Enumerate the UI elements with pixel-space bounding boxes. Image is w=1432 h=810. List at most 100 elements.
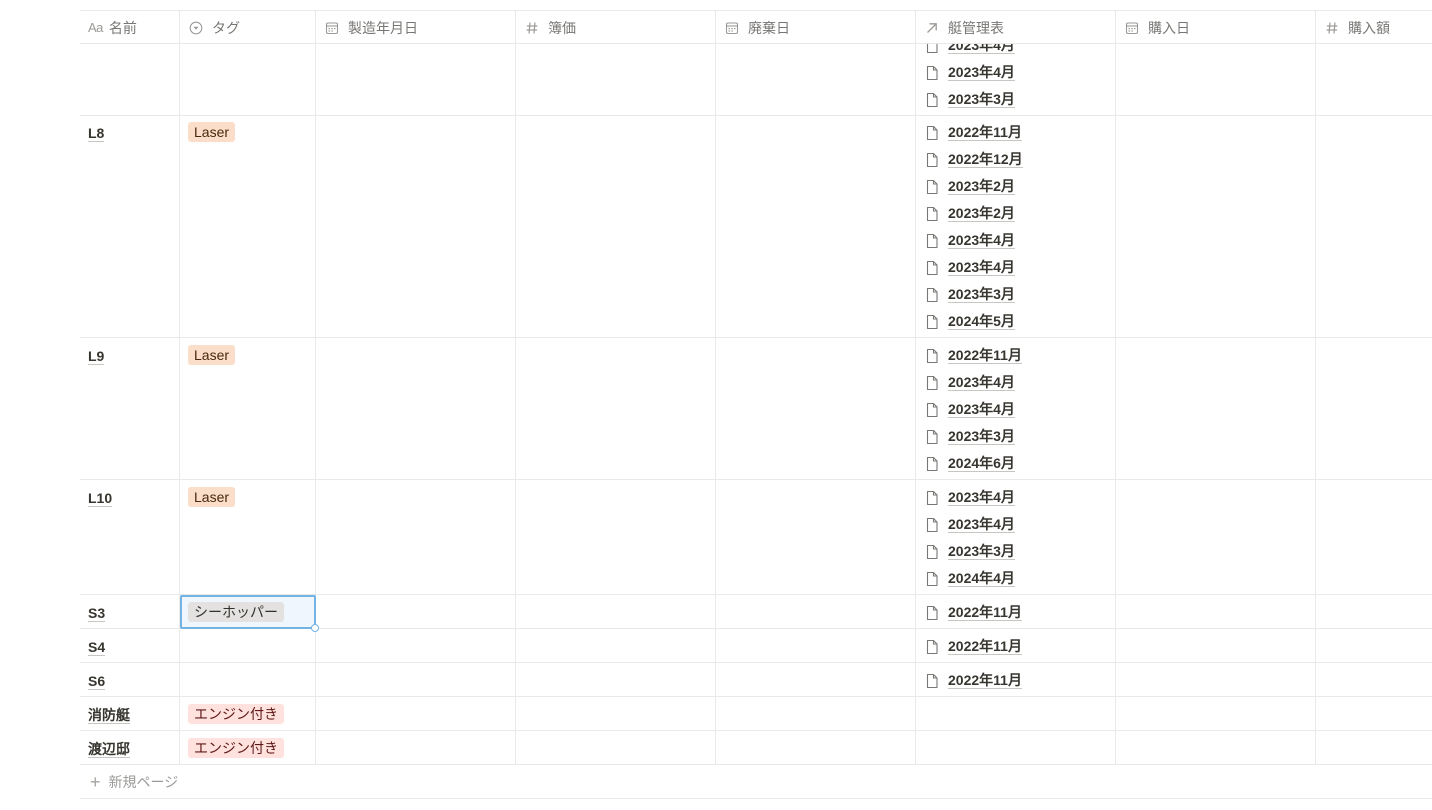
table-cell[interactable]: 消防艇 — [80, 697, 180, 730]
table-cell[interactable] — [1316, 731, 1432, 764]
table-cell[interactable]: エンジン付き — [180, 731, 316, 764]
table-cell[interactable]: エンジン付き — [180, 697, 316, 730]
row-name[interactable]: S3 — [88, 605, 106, 622]
table-cell[interactable] — [516, 480, 716, 594]
relation-item[interactable]: 2022年12月 — [924, 146, 1023, 173]
table-cell[interactable]: Laser — [180, 115, 316, 337]
table-cell[interactable]: 2022年11月 — [916, 629, 1116, 662]
column-header[interactable]: 購入額 — [1316, 11, 1432, 44]
relation-item[interactable]: 2023年3月 — [924, 86, 1015, 113]
table-cell[interactable] — [716, 115, 916, 337]
table-cell[interactable]: 2022年11月 2023年4月 2023年4月 2023年3月 2024年6月 — [916, 338, 1116, 479]
relation-item[interactable]: 2024年4月 — [924, 565, 1015, 592]
table-cell[interactable] — [1116, 338, 1316, 479]
column-header[interactable]: Aa 名前 — [80, 11, 180, 44]
table-cell[interactable] — [516, 629, 716, 662]
table-cell[interactable] — [716, 480, 916, 594]
relation-item[interactable]: 2022年11月 — [924, 119, 1023, 146]
table-cell[interactable] — [716, 44, 916, 115]
table-cell[interactable] — [916, 731, 1116, 764]
table-cell[interactable] — [1316, 595, 1432, 628]
table-cell[interactable] — [1316, 338, 1432, 479]
relation-item[interactable]: 2023年2月 — [924, 200, 1023, 227]
table-cell[interactable] — [716, 731, 916, 764]
table-cell[interactable] — [1316, 697, 1432, 730]
row-name[interactable]: L8 — [88, 125, 105, 142]
table-cell[interactable] — [180, 629, 316, 662]
table-cell[interactable]: Laser — [180, 480, 316, 594]
row-name[interactable]: L10 — [88, 490, 113, 507]
relation-item[interactable]: 2023年3月 — [924, 538, 1015, 565]
column-header[interactable]: 簿価 — [516, 11, 716, 44]
table-cell[interactable] — [516, 44, 716, 115]
table-cell[interactable]: L10 — [80, 480, 180, 594]
table-cell[interactable] — [516, 338, 716, 479]
table-cell[interactable] — [1116, 115, 1316, 337]
table-cell[interactable]: 2022年11月 — [916, 595, 1116, 628]
table-cell[interactable] — [1316, 663, 1432, 696]
relation-item[interactable]: 2022年11月 — [924, 599, 1022, 626]
table-cell[interactable] — [316, 731, 516, 764]
column-header[interactable]: タグ — [180, 11, 316, 44]
relation-item[interactable]: 2022年11月 — [924, 633, 1022, 660]
table-cell[interactable] — [516, 663, 716, 696]
table-cell[interactable]: Laser — [180, 338, 316, 479]
relation-item[interactable]: 2024年5月 — [924, 308, 1023, 335]
table-cell[interactable]: S3 — [80, 595, 180, 628]
table-cell[interactable] — [316, 115, 516, 337]
table-cell[interactable] — [716, 595, 916, 628]
table-cell[interactable] — [316, 697, 516, 730]
table-cell[interactable] — [516, 115, 716, 337]
relation-item[interactable]: 2023年4月 — [924, 44, 1015, 59]
table-cell[interactable] — [180, 663, 316, 696]
column-header[interactable]: 製造年月日 — [316, 11, 516, 44]
relation-item[interactable]: 2023年4月 — [924, 396, 1022, 423]
table-cell[interactable] — [1116, 663, 1316, 696]
column-header[interactable]: 艇管理表 — [916, 11, 1116, 44]
table-cell[interactable] — [1116, 629, 1316, 662]
relation-item[interactable]: 2023年4月 — [924, 254, 1023, 281]
table-cell[interactable] — [316, 663, 516, 696]
table-cell[interactable]: 2023年4月 2023年4月 2023年3月 — [916, 44, 1116, 115]
table-cell[interactable] — [516, 731, 716, 764]
table-cell[interactable] — [716, 697, 916, 730]
table-cell[interactable]: L7 — [80, 44, 180, 115]
table-cell[interactable]: Laser — [180, 44, 316, 115]
relation-item[interactable]: 2022年11月 — [924, 667, 1022, 694]
table-cell[interactable] — [1116, 697, 1316, 730]
row-name[interactable]: 消防艇 — [88, 707, 130, 724]
table-cell[interactable]: 渡辺邸 — [80, 731, 180, 764]
table-cell[interactable]: L9 — [80, 338, 180, 479]
table-cell[interactable] — [716, 663, 916, 696]
table-cell[interactable] — [1316, 44, 1432, 115]
relation-item[interactable]: 2023年4月 — [924, 484, 1015, 511]
table-cell[interactable] — [516, 595, 716, 628]
fill-handle[interactable] — [311, 624, 319, 632]
table-cell[interactable] — [1116, 44, 1316, 115]
table-cell[interactable]: 2022年11月 — [916, 663, 1116, 696]
relation-item[interactable]: 2022年11月 — [924, 342, 1022, 369]
table-cell[interactable] — [916, 697, 1116, 730]
row-name[interactable]: S4 — [88, 639, 106, 656]
table-cell[interactable]: 2022年11月 2022年12月 2023年2月 2023年2月 2023年4月 202… — [916, 115, 1116, 337]
table-cell[interactable] — [516, 697, 716, 730]
column-header[interactable]: 購入日 — [1116, 11, 1316, 44]
table-cell[interactable] — [716, 338, 916, 479]
relation-item[interactable]: 2023年4月 — [924, 59, 1015, 86]
table-cell[interactable]: S6 — [80, 663, 180, 696]
relation-item[interactable]: 2023年4月 — [924, 227, 1023, 254]
table-cell[interactable]: 2023年4月 2023年4月 2023年3月 2024年4月 — [916, 480, 1116, 594]
relation-item[interactable]: 2023年2月 — [924, 173, 1023, 200]
new-page-button[interactable]: + 新規ページ — [80, 766, 1432, 799]
table-cell[interactable] — [316, 338, 516, 479]
table-cell[interactable] — [316, 44, 516, 115]
table-cell[interactable]: L8 — [80, 115, 180, 337]
relation-item[interactable]: 2024年6月 — [924, 450, 1022, 477]
table-cell[interactable]: S4 — [80, 629, 180, 662]
table-cell[interactable] — [1116, 731, 1316, 764]
table-cell[interactable] — [1316, 115, 1432, 337]
relation-item[interactable]: 2023年3月 — [924, 423, 1022, 450]
table-cell[interactable] — [316, 595, 516, 628]
table-cell[interactable]: シーホッパー — [180, 595, 319, 632]
row-name[interactable]: L9 — [88, 348, 105, 365]
